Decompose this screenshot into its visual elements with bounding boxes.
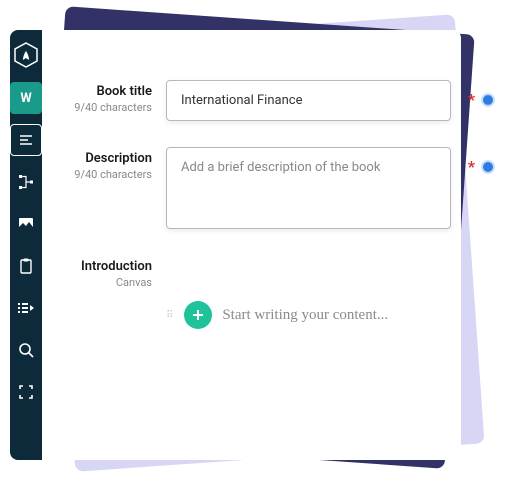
sidebar: W (10, 30, 42, 460)
fullscreen-icon (19, 385, 33, 399)
text-align-icon (19, 133, 33, 147)
write-icon: W (20, 91, 31, 106)
sidebar-item-write[interactable]: W (10, 82, 42, 114)
book-title-label-col: Book title 9/40 characters (62, 80, 152, 114)
list-expand-icon (17, 301, 35, 315)
info-dot-icon[interactable] (481, 93, 495, 107)
main-content: Book title 9/40 characters * Description… (42, 30, 461, 460)
sidebar-item-structure[interactable] (10, 166, 42, 198)
description-textarea[interactable] (166, 147, 451, 229)
sidebar-item-clipboard[interactable] (10, 250, 42, 282)
required-asterisk-icon: * (468, 92, 475, 108)
plus-icon (191, 308, 205, 322)
description-counter: 9/40 characters (62, 168, 152, 181)
logo-icon[interactable] (11, 40, 41, 70)
sidebar-item-fullscreen[interactable] (10, 376, 42, 408)
book-title-marks: * (468, 92, 495, 108)
book-title-counter: 9/40 characters (62, 101, 152, 114)
description-marks: * (468, 159, 495, 175)
field-row-introduction: Introduction Canvas (62, 259, 451, 289)
canvas-editor-row: ⠿ Start writing your content... (62, 301, 451, 329)
app-window: W (10, 30, 450, 460)
field-row-book-title: Book title 9/40 characters * (62, 80, 451, 121)
description-label-col: Description 9/40 characters (62, 147, 152, 181)
image-icon (18, 217, 34, 231)
drag-handle-icon[interactable]: ⠿ (166, 313, 174, 318)
clipboard-icon (19, 258, 33, 274)
introduction-label-col: Introduction Canvas (62, 259, 152, 289)
sidebar-item-text-align[interactable] (10, 124, 42, 156)
book-title-input[interactable] (166, 80, 451, 121)
description-label: Description (62, 151, 152, 166)
introduction-label: Introduction (62, 259, 152, 274)
canvas-placeholder[interactable]: Start writing your content... (222, 307, 388, 324)
required-asterisk-icon: * (468, 159, 475, 175)
field-row-description: Description 9/40 characters * (62, 147, 451, 233)
book-title-label: Book title (62, 84, 152, 99)
sidebar-item-search[interactable] (10, 334, 42, 366)
sidebar-item-image[interactable] (10, 208, 42, 240)
structure-icon (18, 174, 34, 190)
search-icon (18, 342, 34, 358)
add-block-button[interactable] (184, 301, 212, 329)
introduction-sublabel: Canvas (62, 276, 152, 289)
info-dot-icon[interactable] (481, 160, 495, 174)
sidebar-item-list-expand[interactable] (10, 292, 42, 324)
